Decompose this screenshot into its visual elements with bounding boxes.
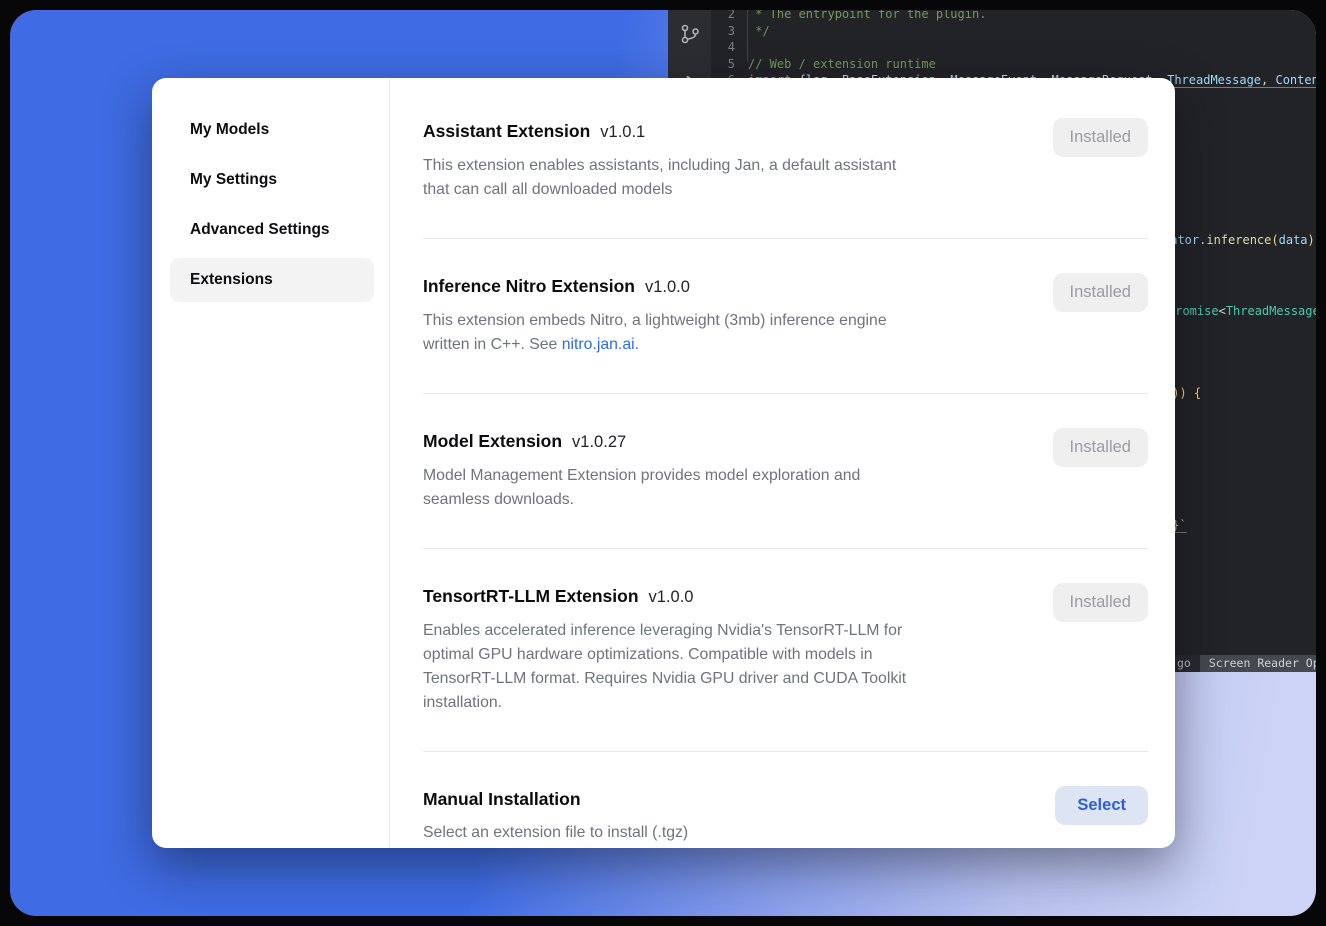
line-number: 3: [711, 23, 748, 40]
code-pane: 2 * The entrypoint for the plugin.3 */45…: [711, 10, 1316, 89]
installed-button[interactable]: Installed: [1053, 428, 1148, 467]
line-number: 4: [711, 39, 748, 56]
extension-version: v1.0.27: [572, 433, 626, 451]
extension-name: Inference Nitro Extension: [423, 276, 635, 296]
extension-name: Manual Installation: [423, 789, 581, 809]
settings-sidebar: My Models My Settings Advanced Settings Ext…: [152, 78, 390, 848]
installed-button[interactable]: Installed: [1053, 273, 1148, 312]
select-file-button[interactable]: Select: [1055, 786, 1148, 825]
row-divider: [423, 393, 1148, 394]
extension-name: Model Extension: [423, 431, 562, 451]
sidebar-item-advanced-settings[interactable]: Advanced Settings: [170, 208, 374, 252]
code-line: 2 * The entrypoint for the plugin.: [711, 10, 1316, 23]
extension-row: Manual Installation Select an extension …: [423, 786, 1148, 845]
extension-title: TensortRT-LLM Extension v1.0.0: [423, 583, 1008, 610]
extension-version: v1.0.0: [645, 278, 690, 296]
settings-modal: My Models My Settings Advanced Settings Ext…: [152, 78, 1175, 848]
source-control-icon: [678, 22, 702, 51]
extension-row: Assistant Extension v1.0.1 This extension…: [423, 118, 1148, 202]
code-line: 3 */: [711, 23, 1316, 40]
extension-version: v1.0.0: [649, 588, 694, 606]
sidebar-item-my-settings[interactable]: My Settings: [170, 158, 374, 202]
row-divider: [423, 548, 1148, 549]
extension-row: Inference Nitro Extension v1.0.0 This ext…: [423, 273, 1148, 357]
sidebar-item-my-models[interactable]: My Models: [170, 108, 374, 152]
code-fragment: Promise<ThreadMessage>: [1168, 303, 1316, 320]
extension-description: This extension enables assistants, inclu…: [423, 154, 1008, 202]
extension-title: Manual Installation: [423, 786, 1008, 812]
extension-description: Model Management Extension provides mode…: [423, 464, 1008, 512]
sidebar-item-extensions[interactable]: Extensions: [170, 258, 374, 302]
code-line: 5// Web / extension runtime: [711, 56, 1316, 73]
status-screen-reader-item: Screen Reader Optimized: [1200, 655, 1316, 672]
extension-description: This extension embeds Nitro, a lightweig…: [423, 309, 1008, 357]
extension-name: Assistant Extension: [423, 121, 590, 141]
extension-description: Select an extension file to install (.tg…: [423, 821, 1008, 845]
extension-description: Enables accelerated inference leveraging…: [423, 619, 1008, 715]
line-number: 5: [711, 56, 748, 73]
extension-version: v1.0.1: [600, 123, 645, 141]
nitro-jan-ai-link[interactable]: nitro.jan.ai.: [562, 336, 639, 353]
status-left-text: go: [1177, 655, 1191, 672]
line-number: 2: [711, 10, 748, 23]
extension-title: Assistant Extension v1.0.1: [423, 118, 1008, 145]
extensions-panel: Assistant Extension v1.0.1 This extension…: [390, 78, 1175, 848]
extension-row: Model Extension v1.0.27 Model Management …: [423, 428, 1148, 512]
extension-title: Inference Nitro Extension v1.0.0: [423, 273, 1008, 300]
row-divider: [423, 238, 1148, 239]
installed-button[interactable]: Installed: [1053, 583, 1148, 622]
row-divider: [423, 751, 1148, 752]
hero-card: 2 * The entrypoint for the plugin.3 */45…: [10, 10, 1316, 916]
extension-row: TensortRT-LLM Extension v1.0.0 Enables ac…: [423, 583, 1148, 715]
extension-name: TensortRT-LLM Extension: [423, 586, 639, 606]
extension-title: Model Extension v1.0.27: [423, 428, 1008, 455]
installed-button[interactable]: Installed: [1053, 118, 1148, 157]
code-fragment: rator.inference(data));: [1163, 232, 1316, 249]
code-line: 4: [711, 39, 1316, 56]
